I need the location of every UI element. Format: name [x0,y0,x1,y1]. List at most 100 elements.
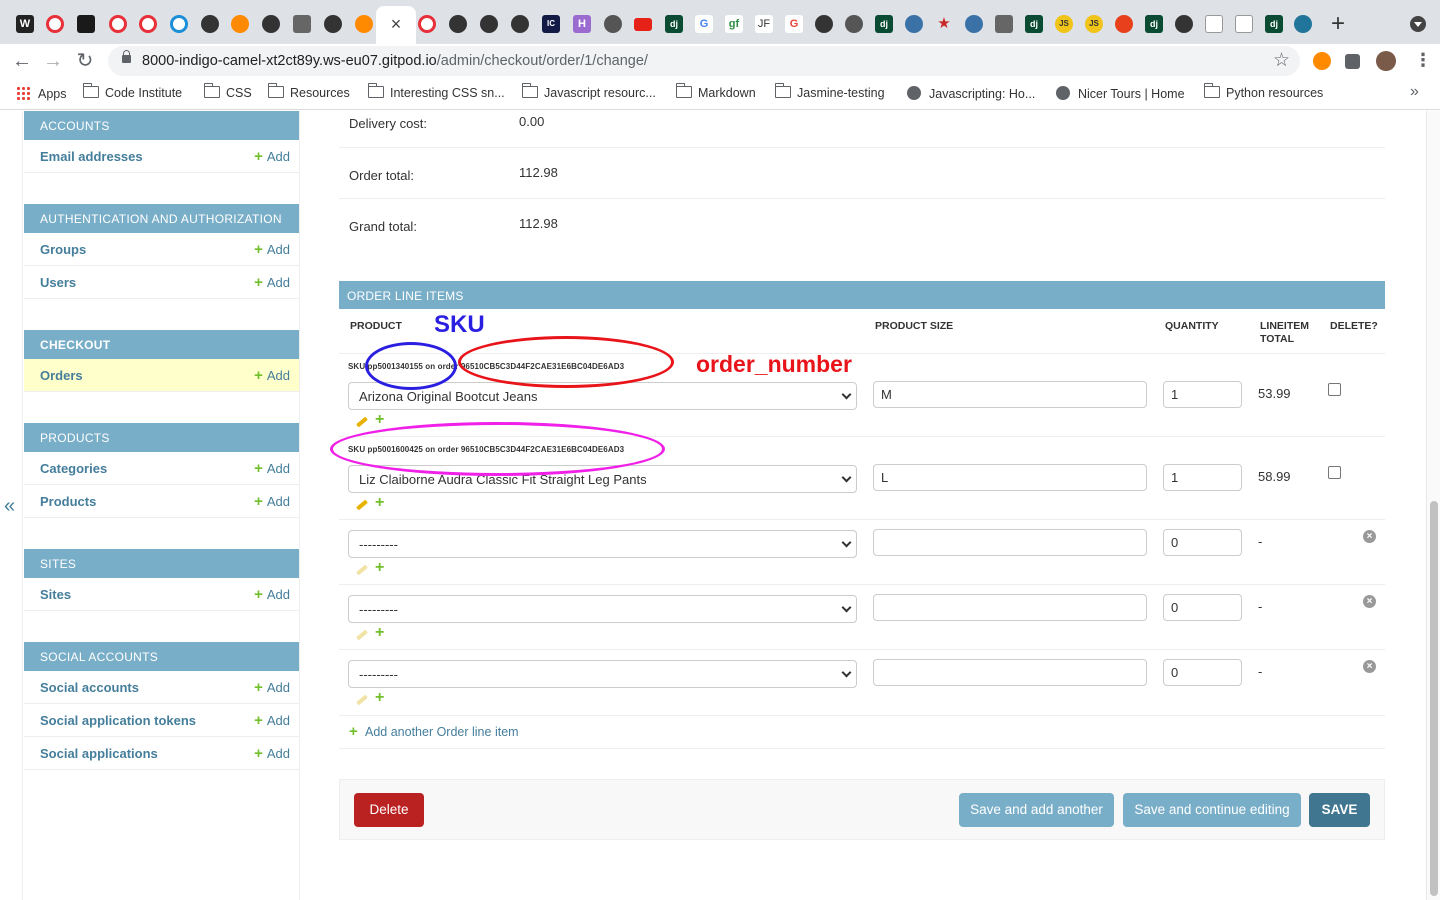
menu-kebab-icon[interactable]: ⋮ [1414,50,1432,71]
tab-favicon-github-icon[interactable] [511,15,529,33]
tab-favicon-django-icon[interactable]: dj [875,15,893,33]
bookmark-star-icon[interactable]: ☆ [1273,49,1290,72]
add-link[interactable]: + Add [254,274,290,291]
model-link[interactable]: Users [40,275,76,290]
add-related-plus-icon[interactable]: + [375,690,384,706]
model-link[interactable]: Groups [40,242,86,257]
model-link[interactable]: Social accounts [40,680,139,695]
product-select[interactable]: --------- [348,530,857,558]
product-size-input[interactable] [873,659,1147,686]
gitpod-extension-icon[interactable] [1313,52,1331,70]
module-header-social-accounts[interactable]: SOCIAL ACCOUNTS [24,642,299,671]
product-select[interactable]: --------- [348,660,857,688]
sidebar-collapse-toggle[interactable]: « [4,495,15,518]
tab-favicon-opera-icon[interactable] [139,15,157,33]
bookmark-javascript-resources[interactable]: Javascript resourc... [521,83,656,100]
tab-favicon-chart-icon[interactable] [1235,15,1253,33]
save-button[interactable]: SAVE [1309,793,1370,827]
tab-favicon-python-icon[interactable] [905,15,923,33]
add-related-plus-icon[interactable]: + [375,560,384,576]
quantity-input[interactable]: 1 [1163,381,1242,408]
add-related-plus-icon[interactable]: + [375,412,384,428]
bookmark-javascripting[interactable]: Javascripting: Ho... [907,86,1035,101]
save-and-add-another-button[interactable]: Save and add another [959,793,1114,827]
tab-favicon-django-icon[interactable]: dj [1265,15,1283,33]
tab-favicon-opera-icon[interactable] [46,15,64,33]
model-link[interactable]: Orders [40,368,83,383]
tab-search-icon[interactable] [1410,16,1426,32]
tab-favicon-doc-icon[interactable] [995,15,1013,33]
bookmark-interesting-css[interactable]: Interesting CSS sn... [367,83,505,100]
product-size-input[interactable] [873,529,1147,556]
forward-arrow-icon[interactable]: → [41,48,65,74]
add-link[interactable]: + Add [254,745,290,762]
add-link[interactable]: + Add [254,493,290,510]
tab-favicon-github-icon[interactable] [480,15,498,33]
tab-favicon-django-icon[interactable]: dj [665,15,683,33]
remove-row-icon[interactable]: × [1363,530,1376,543]
tab-favicon-chart-icon[interactable] [1205,15,1223,33]
scrollbar-thumb[interactable] [1430,501,1438,896]
product-size-input[interactable] [873,594,1147,621]
tab-favicon-django-icon[interactable]: dj [1145,15,1163,33]
quantity-input[interactable]: 0 [1163,659,1242,686]
tab-favicon-github-icon[interactable] [324,15,342,33]
quantity-input[interactable]: 0 [1163,594,1242,621]
add-link[interactable]: + Add [254,148,290,165]
address-bar[interactable]: 8000-indigo-camel-xt2ct89y.ws-eu07.gitpo… [108,46,1300,76]
tab-favicon-circle-icon[interactable] [170,15,188,33]
add-link[interactable]: + Add [254,241,290,258]
tab-favicon-github-icon[interactable] [201,15,219,33]
tab-favicon-github-icon[interactable] [449,15,467,33]
model-link[interactable]: Social application tokens [40,713,196,728]
add-link[interactable]: + Add [254,712,290,729]
model-link[interactable]: Email addresses [40,149,143,164]
save-and-continue-button[interactable]: Save and continue editing [1123,793,1301,827]
remove-row-icon[interactable]: × [1363,595,1376,608]
tab-favicon-wordpress-icon[interactable] [1294,15,1312,33]
tab-favicon-h-icon[interactable]: H [573,15,591,33]
add-related-plus-icon[interactable]: + [375,625,384,641]
bookmark-jasmine-testing[interactable]: Jasmine-testing [774,83,885,100]
bookmark-markdown[interactable]: Markdown [675,83,756,100]
module-header-checkout[interactable]: CHECKOUT [24,330,299,359]
bookmark-nicer-tours[interactable]: Nicer Tours | Home [1056,86,1185,101]
tab-favicon-jf-icon[interactable]: JF [755,15,773,33]
module-header-sites[interactable]: SITES [24,549,299,578]
bookmark-resources[interactable]: Resources [267,83,350,100]
tab-favicon-github-icon[interactable] [815,15,833,33]
tab-favicon-google-icon[interactable]: G [785,15,803,33]
tab-favicon-globe-icon[interactable] [845,15,863,33]
tab-favicon-ic-icon[interactable]: IC [542,15,560,33]
product-size-input[interactable]: L [873,464,1147,491]
quantity-input[interactable]: 0 [1163,529,1242,556]
tab-favicon-opera-icon[interactable] [109,15,127,33]
profile-avatar[interactable] [1376,51,1396,71]
product-select[interactable]: --------- [348,595,857,623]
tab-favicon-django-icon[interactable]: dj [1025,15,1043,33]
tab-favicon-doc-icon[interactable] [293,15,311,33]
bookmark-python-resources[interactable]: Python resources [1203,83,1323,100]
bookmark-css[interactable]: CSS [203,83,252,100]
module-header-authentication[interactable]: AUTHENTICATION AND AUTHORIZATION [24,204,299,233]
bookmark-apps[interactable]: Apps [16,86,67,101]
remove-row-icon[interactable]: × [1363,660,1376,673]
tab-favicon-wikipedia-icon[interactable]: W [16,15,34,33]
new-tab-button[interactable]: + [1331,10,1345,38]
add-related-plus-icon[interactable]: + [375,495,384,511]
tab-favicon-github-icon[interactable] [262,15,280,33]
add-link[interactable]: + Add [254,679,290,696]
model-link[interactable]: Products [40,494,96,509]
tab-favicon-python-icon[interactable] [965,15,983,33]
page-scrollbar[interactable] [1426,111,1440,900]
delete-button[interactable]: Delete [354,793,424,827]
bookmarks-overflow-icon[interactable]: » [1410,83,1419,101]
tab-favicon-js-icon[interactable]: JS [1085,15,1103,33]
tab-favicon-youtube-icon[interactable] [634,18,652,31]
add-link[interactable]: + Add [254,586,290,603]
back-arrow-icon[interactable]: ← [10,48,34,74]
module-header-products[interactable]: PRODUCTS [24,423,299,452]
tab-favicon-gitpod-icon[interactable] [355,15,373,33]
edit-pencil-icon[interactable] [356,499,368,511]
url-text[interactable]: 8000-indigo-camel-xt2ct89y.ws-eu07.gitpo… [142,53,648,69]
